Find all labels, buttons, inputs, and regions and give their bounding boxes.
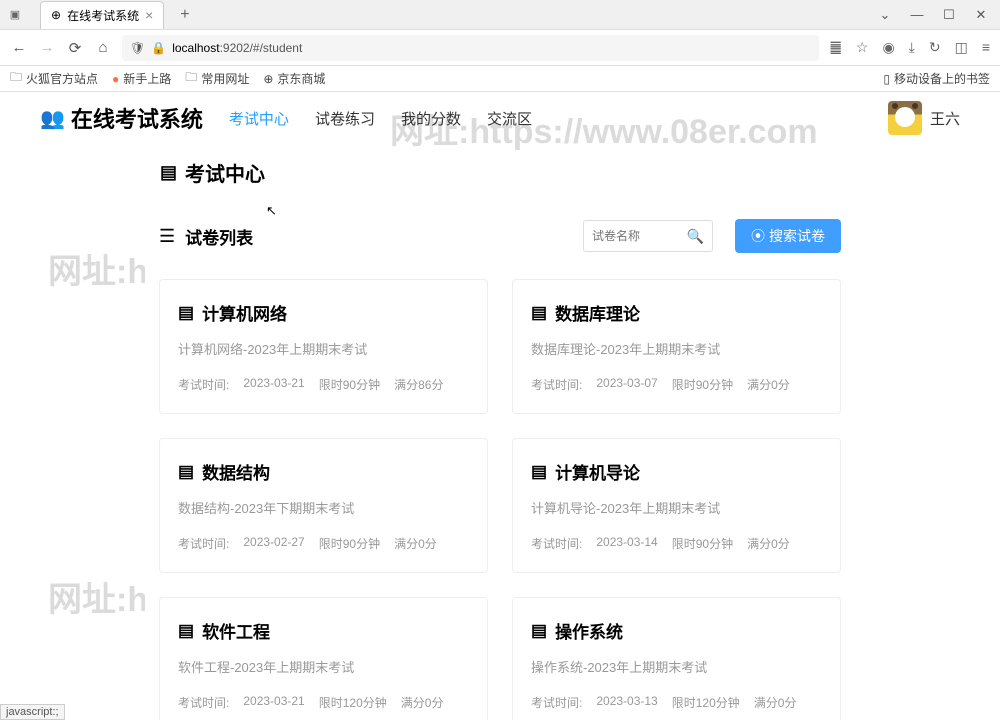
maximize-icon[interactable]: ☐ <box>942 8 956 22</box>
nav-forum[interactable]: 交流区 <box>487 104 532 133</box>
bookmark-item[interactable]: 🗀火狐官方站点 <box>10 68 98 89</box>
bookmark-item[interactable]: ⊕京东商城 <box>263 70 325 87</box>
nav-scores[interactable]: 我的分数 <box>401 104 461 133</box>
window-titlebar: ▣ ⊕ 在线考试系统 × + ⌄ ― ☐ ✕ <box>0 0 1000 30</box>
card-meta: 考试时间:2023-03-14限时90分钟满分0分 <box>531 535 822 552</box>
card-title: 数据库理论 <box>555 300 640 325</box>
card-subtitle: 操作系统-2023年上期期末考试 <box>531 657 822 676</box>
logo[interactable]: 👥 在线考试系统 <box>40 102 203 134</box>
bookmark-item[interactable]: 🗀常用网址 <box>185 68 249 89</box>
document-icon: ▤ <box>531 621 547 641</box>
search-input-wrap: 🔍 <box>583 220 713 252</box>
globe-icon: ⊕ <box>51 8 61 22</box>
bookmark-bar: 🗀火狐官方站点 ●新手上路 🗀常用网址 ⊕京东商城 ▯移动设备上的书签 <box>0 66 1000 92</box>
nav-exam-center[interactable]: 考试中心 <box>229 104 289 133</box>
document-icon: ▤ <box>178 303 194 323</box>
folder-icon: 🗀 <box>185 68 197 89</box>
panel-title: 试卷列表 <box>185 224 253 249</box>
card-meta: 考试时间:2023-03-21限时120分钟满分0分 <box>178 694 469 711</box>
bookmark-item[interactable]: ●新手上路 <box>112 70 171 87</box>
save-icon[interactable]: ⤓ <box>909 39 915 56</box>
username[interactable]: 王六 <box>930 108 960 129</box>
card-title: 计算机导论 <box>555 459 640 484</box>
search-button[interactable]: ⦿ 搜索试卷 <box>735 219 841 253</box>
chevron-down-icon[interactable]: ⌄ <box>878 8 892 22</box>
mobile-icon: ▯ <box>883 72 890 86</box>
list-icon: ☰ <box>159 226 175 247</box>
status-bar: javascript:; <box>0 704 65 720</box>
tab-title: 在线考试系统 <box>67 7 139 24</box>
browser-tab[interactable]: ⊕ 在线考试系统 × <box>40 1 164 29</box>
logo-text: 在线考试系统 <box>71 102 203 134</box>
home-button[interactable]: ⌂ <box>94 39 112 56</box>
zoom-icon: ⦿ <box>751 226 765 246</box>
sidebar-toggle-icon[interactable]: ▣ <box>8 8 22 22</box>
exam-panel: ☰ 试卷列表 🔍 ⦿ 搜索试卷 ▤计算机网络计算机网络-2023年上期期末考试考… <box>145 201 855 720</box>
page-title: ▤ 考试中心 <box>0 144 1000 201</box>
exam-card[interactable]: ▤ 软件工程软件工程-2023年上期期末考试考试时间:2023-03-21限时12… <box>159 597 488 720</box>
card-title: 软件工程 <box>202 618 270 643</box>
document-icon: ▤ <box>160 162 177 183</box>
url-text: localhost:9202/#/student <box>172 41 302 55</box>
exam-card[interactable]: ▤ 计算机网络计算机网络-2023年上期期末考试考试时间:2023-03-21限时… <box>159 279 488 414</box>
minimize-icon[interactable]: ― <box>910 8 924 22</box>
document-icon: ▤ <box>531 303 547 323</box>
extensions-icon[interactable]: ◫ <box>955 39 968 56</box>
forward-button: → <box>38 39 56 56</box>
exam-card[interactable]: ▤ 计算机导论计算机导论-2023年上期期末考试考试时间:2023-03-14限时… <box>512 438 841 573</box>
card-subtitle: 数据库理论-2023年上期期末考试 <box>531 339 822 358</box>
url-input[interactable]: 🛡 🔒 localhost:9202/#/student <box>122 35 819 61</box>
search-icon[interactable]: 🔍 <box>687 228 704 245</box>
search-input[interactable] <box>592 229 687 243</box>
back-button[interactable]: ← <box>10 39 28 56</box>
address-bar: ← → ⟳ ⌂ 🛡 🔒 localhost:9202/#/student ䷀ ☆… <box>0 30 1000 66</box>
logo-icon: 👥 <box>40 106 65 131</box>
star-icon[interactable]: ☆ <box>856 39 869 56</box>
reload-button[interactable]: ⟳ <box>66 39 84 57</box>
globe-icon: ⊕ <box>263 72 273 86</box>
card-meta: 考试时间:2023-03-21限时90分钟满分86分 <box>178 376 469 393</box>
document-icon: ▤ <box>178 462 194 482</box>
exam-card[interactable]: ▤ 数据库理论数据库理论-2023年上期期末考试考试时间:2023-03-07限时… <box>512 279 841 414</box>
card-title: 计算机网络 <box>202 300 287 325</box>
shield-icon: 🛡 <box>130 41 145 55</box>
card-meta: 考试时间:2023-03-13限时120分钟满分0分 <box>531 694 822 711</box>
close-icon[interactable]: ✕ <box>974 8 988 22</box>
document-icon: ▤ <box>178 621 194 641</box>
menu-icon[interactable]: ≡ <box>982 39 990 56</box>
exam-card[interactable]: ▤ 数据结构数据结构-2023年下期期末考试考试时间:2023-02-27限时90… <box>159 438 488 573</box>
card-subtitle: 数据结构-2023年下期期末考试 <box>178 498 469 517</box>
card-meta: 考试时间:2023-03-07限时90分钟满分0分 <box>531 376 822 393</box>
bookmark-item[interactable]: ▯移动设备上的书签 <box>883 70 990 87</box>
new-tab-button[interactable]: + <box>180 6 189 24</box>
document-icon: ▤ <box>531 462 547 482</box>
card-meta: 考试时间:2023-02-27限时90分钟满分0分 <box>178 535 469 552</box>
card-subtitle: 计算机导论-2023年上期期末考试 <box>531 498 822 517</box>
exam-card[interactable]: ▤ 操作系统操作系统-2023年上期期末考试考试时间:2023-03-13限时12… <box>512 597 841 720</box>
translate-icon[interactable]: ䷀ <box>829 39 842 56</box>
folder-icon: 🗀 <box>10 68 22 89</box>
card-subtitle: 软件工程-2023年上期期末考试 <box>178 657 469 676</box>
top-nav: 👥 在线考试系统 考试中心 试卷练习 我的分数 交流区 王六 <box>0 92 1000 144</box>
nav-practice[interactable]: 试卷练习 <box>315 104 375 133</box>
close-tab-icon[interactable]: × <box>145 7 153 23</box>
card-title: 操作系统 <box>555 618 623 643</box>
account-icon[interactable]: ◉ <box>882 39 894 56</box>
firefox-icon: ● <box>112 72 119 86</box>
history-icon[interactable]: ↻ <box>929 39 941 56</box>
card-subtitle: 计算机网络-2023年上期期末考试 <box>178 339 469 358</box>
avatar[interactable] <box>888 101 922 135</box>
lock-icon: 🔒 <box>151 41 166 55</box>
card-title: 数据结构 <box>202 459 270 484</box>
